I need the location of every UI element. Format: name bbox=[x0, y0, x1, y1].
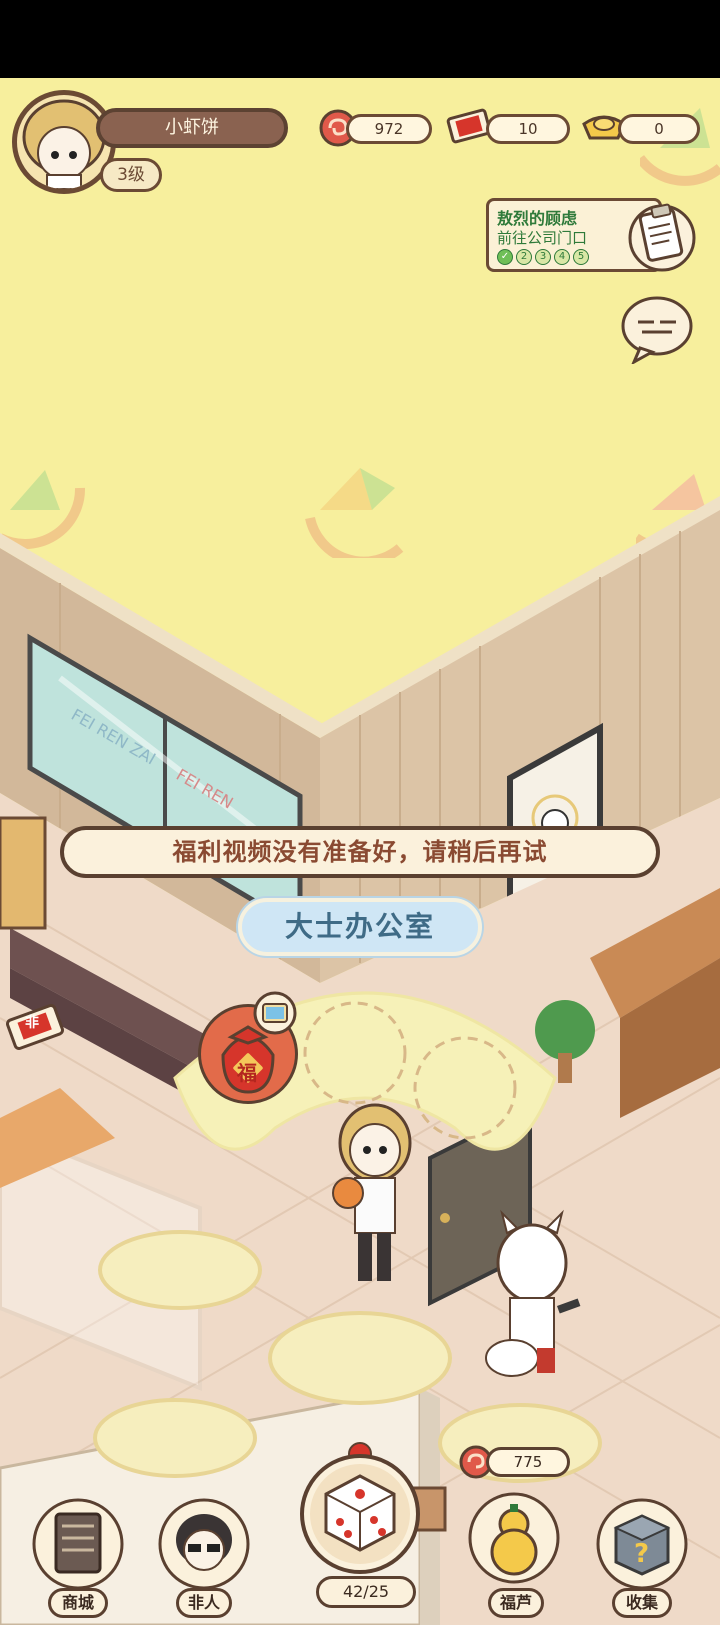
resource-gold-value: 0 bbox=[618, 114, 700, 144]
status-bar bbox=[0, 0, 720, 78]
floor-ticket-char: 非 bbox=[25, 1015, 39, 1031]
chat-bubble-icon[interactable] bbox=[618, 292, 696, 364]
fulu-count: 775 bbox=[486, 1447, 570, 1477]
resource-cloud-value: 972 bbox=[346, 114, 432, 144]
dice-button[interactable] bbox=[296, 1436, 424, 1576]
quest-step: 5 bbox=[573, 249, 589, 265]
toast-message: 福利视频没有准备好，请稍后再试 bbox=[60, 826, 660, 878]
player-name[interactable]: 小虾饼 bbox=[96, 108, 288, 148]
gourd-icon[interactable] bbox=[466, 1490, 562, 1586]
quest-step: 4 bbox=[554, 249, 570, 265]
quest-title: 敖烈的顾虑 bbox=[497, 209, 578, 228]
fulu-button[interactable]: 福芦 bbox=[488, 1588, 544, 1618]
reward-bag-slot[interactable]: 福 bbox=[198, 991, 298, 1104]
quest-step: 2 bbox=[516, 249, 532, 265]
feiren-button[interactable]: 非人 bbox=[176, 1588, 232, 1618]
lucky-bag-char: 福 bbox=[237, 1061, 257, 1085]
video-ad-icon[interactable] bbox=[253, 991, 297, 1035]
quest-step: ✓ bbox=[497, 249, 513, 265]
svg-text:?: ? bbox=[634, 1539, 649, 1569]
collect-box-icon[interactable]: ? bbox=[594, 1496, 690, 1592]
resource-ticket-value: 10 bbox=[486, 114, 570, 144]
quest-step: 3 bbox=[535, 249, 551, 265]
clipboard-icon[interactable] bbox=[624, 196, 696, 276]
quest-steps: ✓ 2 3 4 5 bbox=[497, 249, 589, 265]
npc-fox-character[interactable] bbox=[472, 1208, 592, 1398]
dice-counter: 42/25 bbox=[316, 1576, 416, 1608]
quest-subtitle: 前往公司门口 bbox=[497, 229, 588, 247]
collect-button[interactable]: 收集 bbox=[612, 1588, 672, 1618]
shop-icon[interactable] bbox=[30, 1496, 126, 1592]
room-label[interactable]: 大士办公室 bbox=[238, 898, 482, 956]
player-level: 3级 bbox=[100, 158, 162, 192]
shop-button[interactable]: 商城 bbox=[48, 1588, 108, 1618]
avatar-face-icon bbox=[22, 99, 106, 189]
feiren-icon[interactable] bbox=[156, 1496, 252, 1592]
